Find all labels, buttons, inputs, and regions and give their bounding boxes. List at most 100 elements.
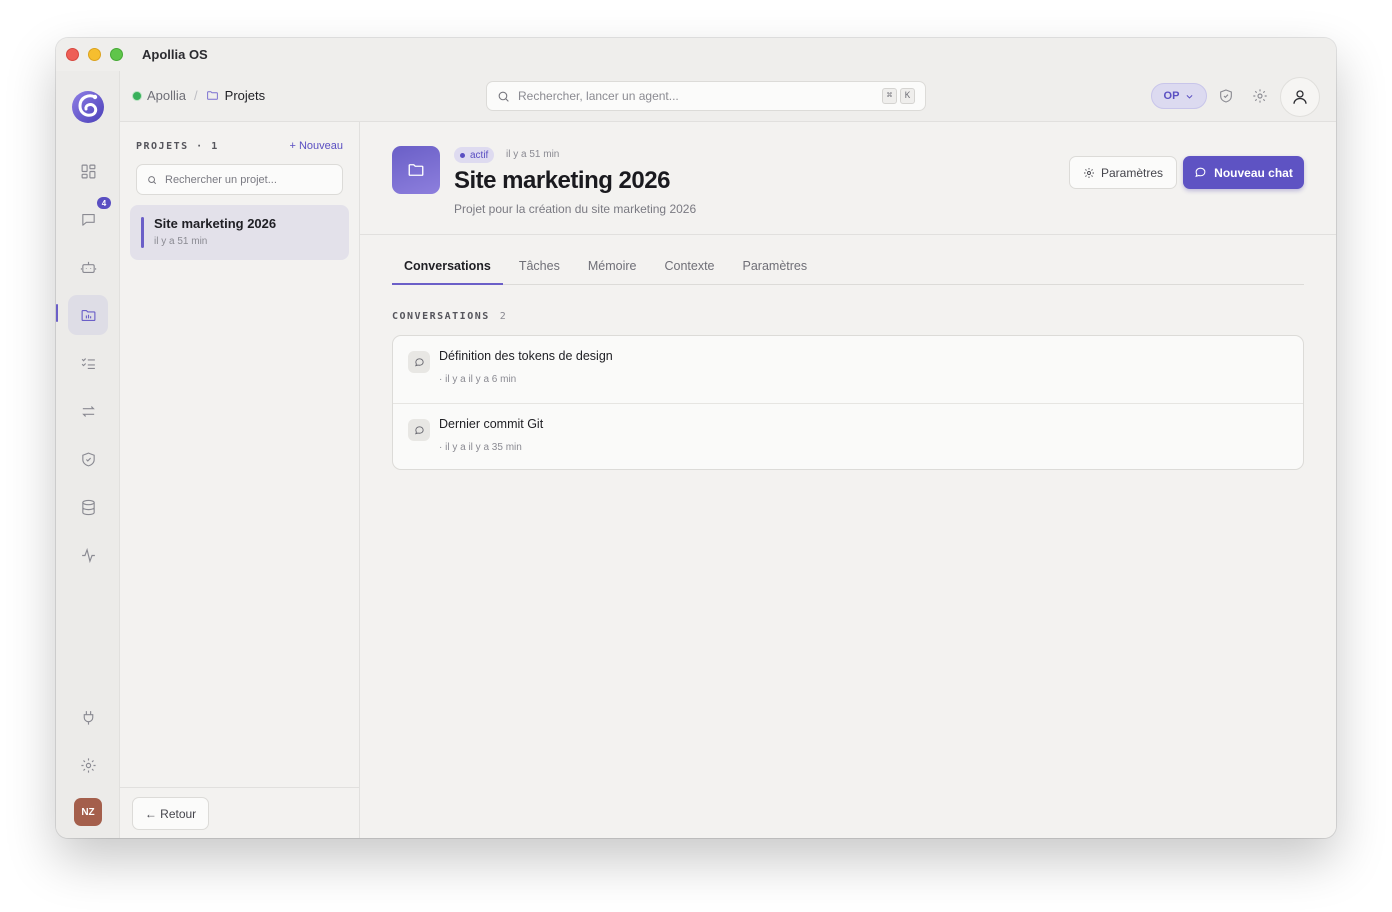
window-title: Apollia OS: [142, 47, 208, 62]
projects-header: PROJETS · 1 + Nouveau: [136, 140, 343, 152]
project-detail: actif il y a 51 min Site marketing 2026 …: [360, 122, 1336, 838]
online-status-dot: [132, 90, 142, 101]
rail-workflows[interactable]: [68, 391, 108, 431]
chat-bubble-icon: [408, 351, 430, 373]
conversation-time: · il y a il y a 6 min: [439, 374, 517, 385]
kbd-command: ⌘: [882, 88, 897, 104]
project-updated-time: il y a 51 min: [506, 149, 560, 160]
user-avatar[interactable]: NZ: [74, 798, 102, 826]
projects-title: PROJETS · 1: [136, 140, 219, 152]
status-label: actif: [470, 149, 489, 161]
conversations-count: 2: [499, 311, 506, 322]
search-icon: [148, 175, 157, 184]
new-chat-label: Nouveau chat: [1214, 165, 1293, 180]
app-window: Apollia OS 4 NZ Apollia / Projets Recher…: [56, 38, 1336, 838]
security-status-button[interactable]: [1218, 88, 1234, 104]
swap-icon: [81, 405, 95, 417]
breadcrumb-current: Projets: [224, 88, 266, 103]
activity-icon: [81, 547, 95, 563]
conversation-title: Dernier commit Git: [439, 417, 544, 431]
user-menu-button[interactable]: [1280, 77, 1320, 117]
tab-context[interactable]: Contexte: [652, 255, 726, 285]
list-item[interactable]: Définition des tokens de design · il y a…: [393, 336, 1303, 403]
project-description: Projet pour la création du site marketin…: [454, 202, 697, 216]
new-chat-button[interactable]: Nouveau chat: [1183, 156, 1304, 189]
tab-memory[interactable]: Mémoire: [576, 255, 649, 285]
close-window-button[interactable]: [66, 48, 79, 61]
tab-tasks[interactable]: Tâches: [507, 255, 572, 285]
shield-check-icon: [1220, 89, 1232, 103]
breadcrumb-root[interactable]: Apollia: [147, 88, 186, 103]
project-settings-button[interactable]: Paramètres: [1069, 156, 1177, 189]
operator-label: OP: [1163, 90, 1180, 102]
search-icon: [498, 91, 509, 102]
gear-icon: [80, 757, 96, 773]
title-bar: Apollia OS: [56, 38, 1336, 71]
project-tabs: Conversations Tâches Mémoire Contexte Pa…: [392, 255, 1304, 285]
search-shortcut: ⌘ K: [882, 88, 915, 104]
conversation-title: Définition des tokens de design: [439, 349, 613, 363]
folder-icon: [206, 89, 219, 102]
operator-dropdown[interactable]: OP: [1151, 83, 1207, 109]
chat-bubble-icon: [408, 419, 430, 441]
rail-tasks[interactable]: [68, 343, 108, 383]
top-bar: Apollia / Projets Rechercher, lancer un …: [120, 71, 1336, 122]
project-search-input[interactable]: Rechercher un projet...: [136, 164, 343, 195]
conversation-time: · il y a il y a 35 min: [439, 442, 522, 453]
projects-panel: PROJETS · 1 + Nouveau Rechercher un proj…: [120, 122, 360, 838]
global-search-input[interactable]: Rechercher, lancer un agent... ⌘ K: [486, 81, 926, 111]
dashboard-icon: [81, 164, 95, 178]
chat-bubble-icon: [1195, 167, 1206, 178]
tab-conversations[interactable]: Conversations: [392, 255, 503, 285]
projects-icon: [81, 309, 95, 321]
logo-icon: [72, 91, 104, 123]
rail-activity[interactable]: [68, 535, 108, 575]
project-name: Site marketing 2026: [154, 216, 277, 231]
user-icon: [1293, 90, 1307, 104]
rail-dashboard[interactable]: [68, 151, 108, 191]
project-settings-label: Paramètres: [1100, 165, 1164, 180]
topbar-settings-button[interactable]: [1252, 88, 1268, 104]
icon-rail: 4 NZ: [56, 71, 120, 838]
shield-icon: [81, 452, 95, 466]
project-time: il y a 51 min: [154, 236, 208, 247]
chat-unread-badge: 4: [97, 197, 111, 209]
project-search-placeholder: Rechercher un projet...: [165, 173, 277, 186]
active-indicator: [56, 304, 58, 322]
project-list-item[interactable]: Site marketing 2026 il y a 51 min: [130, 205, 349, 260]
new-project-button[interactable]: + Nouveau: [289, 140, 343, 152]
tab-settings[interactable]: Paramètres: [731, 255, 820, 285]
status-badge: actif: [454, 147, 495, 163]
conversations-title: CONVERSATIONS: [392, 311, 490, 322]
project-header: actif il y a 51 min Site marketing 2026 …: [360, 122, 1336, 235]
gear-icon: [1083, 167, 1094, 178]
breadcrumb: Apollia / Projets: [132, 88, 265, 103]
folder-icon: [408, 164, 424, 176]
panel-divider: [120, 787, 359, 788]
selected-indicator: [141, 217, 144, 248]
conversation-list: Définition des tokens de design · il y a…: [392, 335, 1304, 470]
rail-security[interactable]: [68, 439, 108, 479]
robot-icon: [80, 261, 96, 273]
rail-agents[interactable]: [68, 247, 108, 287]
chat-icon: [81, 213, 95, 226]
rail-settings[interactable]: [68, 745, 108, 785]
plug-icon: [83, 710, 93, 725]
zoom-window-button[interactable]: [110, 48, 123, 61]
rail-integrations[interactable]: [68, 697, 108, 737]
tasks-icon: [81, 357, 95, 369]
kbd-k: K: [900, 88, 915, 104]
page-title: Site marketing 2026: [454, 167, 670, 194]
project-folder-tile: [392, 146, 440, 194]
app-logo[interactable]: [70, 88, 106, 124]
rail-database[interactable]: [68, 487, 108, 527]
minimize-window-button[interactable]: [88, 48, 101, 61]
search-placeholder: Rechercher, lancer un agent...: [518, 89, 679, 103]
breadcrumb-separator: /: [194, 88, 198, 103]
rail-projects[interactable]: [68, 295, 108, 335]
database-icon: [81, 499, 95, 515]
chevron-down-icon: [1186, 94, 1193, 99]
back-button[interactable]: ← Retour: [132, 797, 209, 830]
list-item[interactable]: Dernier commit Git · il y a il y a 35 mi…: [393, 403, 1303, 469]
conversations-section-header: CONVERSATIONS 2: [392, 311, 506, 322]
